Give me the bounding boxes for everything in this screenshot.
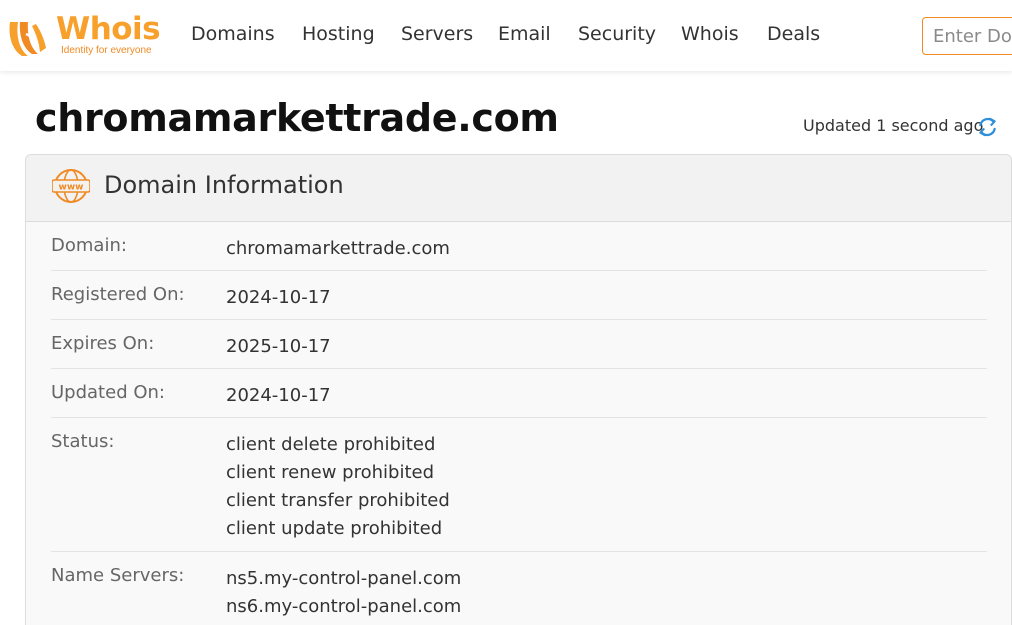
info-row-domain: Domain: chromamarkettrade.com (51, 222, 987, 271)
whois-logo-icon (9, 22, 46, 56)
site-header: Whois Identity for everyone Domains Host… (0, 0, 1012, 71)
value-line: client update prohibited (226, 518, 443, 539)
updated-timestamp: Updated 1 second ago (803, 116, 984, 135)
info-row-registered: Registered On: 2024-10-17 (51, 271, 987, 320)
whois-logo[interactable]: Whois Identity for everyone (6, 11, 166, 58)
nav-email[interactable]: Email (498, 23, 551, 45)
svg-text:www: www (59, 183, 84, 193)
www-globe-icon: www (52, 169, 90, 203)
logo-wordmark: Whois (56, 11, 161, 47)
value-line: 2024-10-17 (226, 385, 331, 406)
nav-domains[interactable]: Domains (191, 23, 275, 45)
value-line: client renew prohibited (226, 462, 435, 483)
info-row-status: Status: client delete prohibited client … (51, 418, 987, 552)
logo-tagline: Identity for everyone (61, 45, 152, 56)
nav-hosting[interactable]: Hosting (302, 23, 375, 45)
row-value: 2024-10-17 (226, 284, 331, 312)
domain-information-panel: www Domain Information Domain: chromamar… (25, 154, 1012, 625)
row-value: 2024-10-17 (226, 382, 331, 410)
value-line: client transfer prohibited (226, 490, 450, 511)
nav-deals[interactable]: Deals (767, 23, 820, 45)
info-row-expires: Expires On: 2025-10-17 (51, 320, 987, 369)
refresh-icon[interactable] (977, 116, 998, 138)
row-label: Updated On: (51, 382, 165, 403)
value-line: ns6.my-control-panel.com (226, 596, 462, 617)
nav-servers[interactable]: Servers (401, 23, 473, 45)
panel-header: www Domain Information (26, 155, 1011, 222)
info-row-updated: Updated On: 2024-10-17 (51, 369, 987, 418)
value-line: 2024-10-17 (226, 287, 331, 308)
nav-security[interactable]: Security (578, 23, 656, 45)
row-value: 2025-10-17 (226, 333, 331, 361)
row-label: Registered On: (51, 284, 185, 305)
value-line: client delete prohibited (226, 434, 436, 455)
row-label: Status: (51, 431, 115, 452)
domain-info-table: Domain: chromamarkettrade.com Registered… (51, 222, 987, 625)
row-label: Domain: (51, 235, 127, 256)
info-row-name-servers: Name Servers: ns5.my-control-panel.com n… (51, 552, 987, 625)
domain-search-input[interactable] (922, 17, 1012, 55)
row-value: ns5.my-control-panel.com ns6.my-control-… (226, 565, 461, 621)
row-label: Name Servers: (51, 565, 185, 586)
row-value: chromamarkettrade.com (226, 235, 450, 263)
nav-whois[interactable]: Whois (681, 23, 739, 45)
row-label: Expires On: (51, 333, 155, 354)
value-line: 2025-10-17 (226, 336, 331, 357)
value-line: chromamarkettrade.com (226, 238, 450, 259)
page-title: chromamarkettrade.com (35, 96, 559, 140)
row-value: client delete prohibited client renew pr… (226, 431, 450, 543)
panel-title: Domain Information (104, 171, 344, 199)
value-line: ns5.my-control-panel.com (226, 568, 462, 589)
